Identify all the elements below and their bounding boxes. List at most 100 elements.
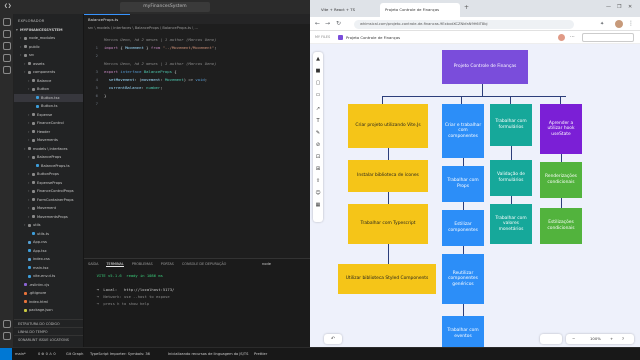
tree-folder[interactable]: › FormContainerProps	[14, 196, 83, 204]
zoom-level[interactable]: 100%	[590, 334, 601, 344]
root-node[interactable]: Projeto Controle de Finanças	[442, 50, 528, 84]
doc-tool-icon[interactable]: ▭	[315, 92, 321, 98]
zoom-in-icon[interactable]: +	[610, 334, 613, 344]
sonarlint-section[interactable]: SONARLINT ISSUE LOCATIONS	[14, 335, 83, 343]
code-line[interactable]: 5 currentBalance: number;	[84, 84, 310, 92]
reload-icon[interactable]: ↻	[336, 20, 341, 28]
tree-file[interactable]: App.css	[14, 238, 83, 246]
undo-button[interactable]: ↶	[324, 334, 342, 344]
task-node-col4-1[interactable]: Aprender a utilizar hook useState	[540, 104, 582, 154]
link-tool-icon[interactable]: ⊘	[315, 142, 321, 148]
pen-tool-icon[interactable]: ✎	[315, 130, 321, 136]
browser-menu-icon[interactable]: ⋮	[628, 20, 634, 28]
tree-folder[interactable]: › utils	[14, 221, 83, 229]
whiteboard-canvas[interactable]: ▲ ■ ▢ ▭ ↗ T ✎ ⊘ ⊡ ⊞ ⇪ ☺ ▦ Projeto Contro…	[310, 44, 640, 347]
task-node-col2-1[interactable]: Criar e trabalhar com componentes	[442, 104, 484, 158]
terminal-shell-name[interactable]: node	[262, 262, 271, 266]
tree-folder[interactable]: › assets	[14, 60, 83, 68]
tree-file[interactable]: .gitignore	[14, 289, 83, 297]
tree-file[interactable]: .eslintrc.cjs	[14, 281, 83, 289]
code-line[interactable]: 2	[84, 52, 310, 60]
code-line[interactable]: 1 import { Movement } from "../Movement/M…	[84, 44, 310, 52]
tree-folder[interactable]: › components	[14, 68, 83, 76]
tree-file[interactable]: App.tsx	[14, 247, 83, 255]
prettier-status[interactable]: Prettier	[254, 350, 267, 359]
git-branch[interactable]: main*	[15, 350, 26, 359]
url-input[interactable]: whimsical.com/projeto-controle-de-financ…	[354, 20, 574, 29]
profile-avatar[interactable]	[615, 20, 623, 28]
remote-indicator-icon[interactable]	[0, 348, 12, 360]
workspace-label[interactable]: MY FILES	[315, 33, 330, 42]
explorer-icon[interactable]	[3, 18, 11, 26]
browser-tab-vite[interactable]: Vite + React + TS	[316, 3, 378, 17]
ts-importer-status[interactable]: TypeScript Importer: Symbols: 36	[90, 350, 150, 359]
project-root[interactable]: ▾ MYFINANCESSYSTEM	[14, 26, 83, 34]
tree-folder[interactable]: › Header	[14, 128, 83, 136]
close-icon[interactable]: ✕	[628, 4, 632, 10]
tree-folder[interactable]: › Expense	[14, 111, 83, 119]
frame-tool-icon[interactable]: ⊡	[315, 154, 321, 160]
table-tool-icon[interactable]: ⊞	[315, 166, 321, 172]
settings-gear-icon[interactable]	[3, 332, 11, 340]
tree-folder[interactable]: › FinanceControl	[14, 119, 83, 127]
tree-file[interactable]: index.html	[14, 298, 83, 306]
emoji-tool-icon[interactable]: ☺	[315, 190, 321, 196]
task-node-col2-4[interactable]: Reutilizar componentes genéricos	[442, 254, 484, 304]
code-line[interactable]: Marcos Ueno, há 2 meses | 1 author (Marc…	[84, 36, 310, 44]
minimap-button[interactable]	[540, 334, 562, 344]
connector-tool-icon[interactable]: ↗	[315, 106, 321, 112]
tree-folder[interactable]: › Button	[14, 85, 83, 93]
tree-file[interactable]: package.json	[14, 306, 83, 314]
tab-problems[interactable]: PROBLEMAS	[132, 262, 153, 266]
select-tool-icon[interactable]: ▲	[315, 56, 321, 62]
tree-file[interactable]: BalanceProps.ts	[14, 162, 83, 170]
task-node-col2-2[interactable]: Trabalhar com Props	[442, 166, 484, 202]
tree-file[interactable]: Button.ts	[14, 102, 83, 110]
tree-file[interactable]: Button.tsx	[14, 93, 83, 102]
task-node-col4-3[interactable]: Estilizações condicionais	[540, 208, 582, 244]
outline-section[interactable]: ESTRUTURA DO CÓDIGO	[14, 319, 83, 327]
vscode-logo-icon[interactable]: ❮❯	[4, 2, 12, 12]
run-debug-icon[interactable]	[3, 54, 11, 62]
task-node-col2-3[interactable]: Estilizar componentes	[442, 210, 484, 246]
timeline-section[interactable]: LINHA DO TEMPO	[14, 327, 83, 335]
code-line[interactable]: 7	[84, 100, 310, 108]
tab-ports[interactable]: PORTAS	[161, 262, 174, 266]
tree-folder[interactable]: › public	[14, 43, 83, 51]
maximize-icon[interactable]: ❐	[617, 4, 621, 10]
tree-file[interactable]: main.tsx	[14, 264, 83, 272]
code-line[interactable]: 6}	[84, 92, 310, 100]
task-node-col3-2[interactable]: Validação de formulários	[490, 160, 532, 196]
git-graph-button[interactable]: Git Graph	[66, 350, 83, 359]
breadcrumb[interactable]: src \ models \ interfaces \ BalanceProps…	[88, 26, 198, 30]
problems-count[interactable]: 0 ⊗ 0 ⚠ 0	[38, 350, 56, 359]
search-icon[interactable]	[3, 30, 11, 38]
code-line[interactable]: Marcos Ueno, há 2 meses | 1 author (Marc…	[84, 60, 310, 68]
sticky-tool-icon[interactable]: ■	[315, 68, 321, 74]
tree-folder[interactable]: › node_modules	[14, 34, 83, 42]
minimize-icon[interactable]: —	[606, 4, 611, 10]
forward-icon[interactable]: →	[325, 20, 330, 28]
collaborator-avatar[interactable]	[558, 34, 565, 41]
code-line[interactable]: 4 setMovement: (movement: Movement) => v…	[84, 76, 310, 84]
share-button[interactable]	[582, 33, 634, 42]
grid-tool-icon[interactable]: ▦	[315, 202, 321, 208]
task-node-col1-4[interactable]: Utilizar biblioteca Styled Components	[338, 264, 436, 294]
board-title[interactable]: Projeto Controle de Finanças	[346, 33, 400, 42]
tree-folder[interactable]: › ButtonProps	[14, 170, 83, 178]
tree-file[interactable]: vite-env.d.ts	[14, 272, 83, 280]
zoom-out-icon[interactable]: −	[572, 334, 575, 344]
tree-folder[interactable]: › Movements	[14, 136, 83, 144]
upload-tool-icon[interactable]: ⇪	[315, 178, 321, 184]
back-icon[interactable]: ←	[315, 20, 320, 28]
source-control-icon[interactable]	[3, 42, 11, 50]
account-icon[interactable]	[3, 320, 11, 328]
tree-folder[interactable]: › Balance	[14, 77, 83, 85]
tree-file[interactable]: utils.ts	[14, 230, 83, 238]
tree-folder[interactable]: › FinanceControlProps	[14, 187, 83, 195]
tab-debug-console[interactable]: CONSOLE DE DEPURAÇÃO	[182, 262, 226, 266]
tree-folder[interactable]: › MovementsProps	[14, 213, 83, 221]
tab-output[interactable]: SAÍDA	[88, 262, 98, 266]
extensions-puzzle-icon[interactable]: ✦	[600, 20, 604, 28]
command-center[interactable]: myFinancesSystem	[120, 2, 210, 12]
